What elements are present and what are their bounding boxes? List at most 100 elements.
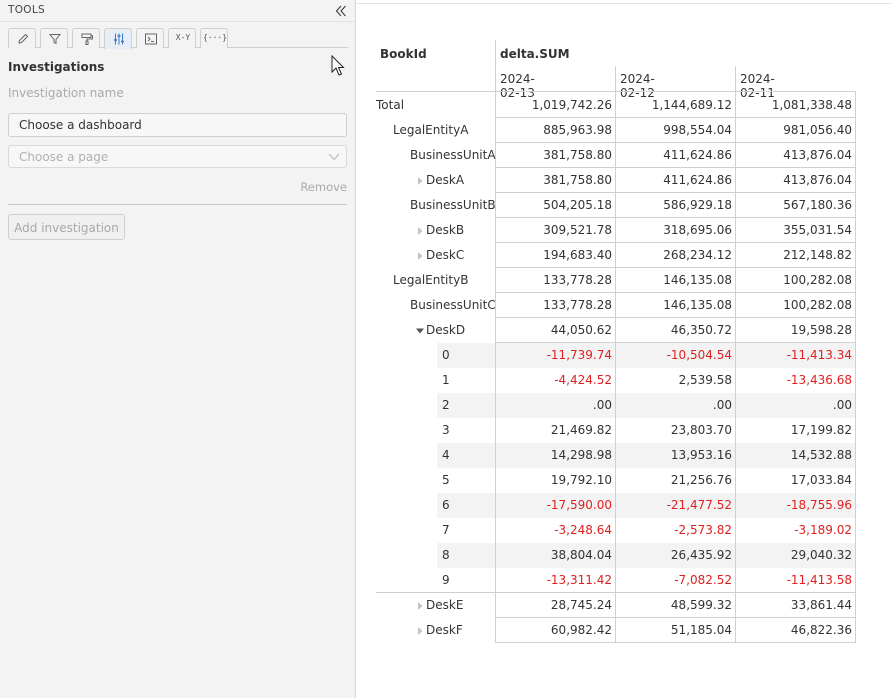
value-cell[interactable]: 17,033.84 [742, 468, 852, 493]
value-cell[interactable]: -3,248.64 [502, 518, 612, 543]
table-row[interactable]: LegalEntityB 133,778.28 146,135.08 100,282.… [376, 268, 856, 293]
value-cell[interactable]: 133,778.28 [502, 293, 612, 318]
value-cell[interactable]: 14,298.98 [502, 443, 612, 468]
value-cell[interactable]: 46,822.36 [742, 618, 852, 643]
value-cell[interactable]: -3,189.02 [742, 518, 852, 543]
table-row[interactable]: DeskC 194,683.40 268,234.12 212,148.82 [376, 243, 856, 268]
value-cell[interactable]: 146,135.08 [622, 268, 732, 293]
value-cell[interactable]: 19,598.28 [742, 318, 852, 343]
row-header-bookid[interactable]: BookId [380, 47, 427, 61]
table-row[interactable]: 1 -4,424.52 2,539.58 -13,436.68 [437, 368, 856, 393]
value-cell[interactable]: .00 [502, 393, 612, 418]
value-cell[interactable]: 100,282.08 [742, 268, 852, 293]
value-cell[interactable]: 133,778.28 [502, 268, 612, 293]
value-cell[interactable]: 381,758.80 [502, 168, 612, 193]
value-cell[interactable]: 23,803.70 [622, 418, 732, 443]
triangle-right-icon[interactable] [416, 227, 424, 235]
triangle-right-icon[interactable] [416, 252, 424, 260]
value-cell[interactable]: 21,469.82 [502, 418, 612, 443]
value-cell[interactable]: 355,031.54 [742, 218, 852, 243]
triangle-right-icon[interactable] [416, 627, 424, 635]
table-row[interactable]: DeskB 309,521.78 318,695.06 355,031.54 [376, 218, 856, 243]
value-cell[interactable]: 212,148.82 [742, 243, 852, 268]
table-row[interactable]: DeskF 60,982.42 51,185.04 46,822.36 [376, 618, 856, 643]
value-cell[interactable]: 413,876.04 [742, 143, 852, 168]
table-row[interactable]: 9 -13,311.42 -7,082.52 -11,413.58 [437, 568, 856, 593]
tab-xy[interactable]: X-Y [168, 28, 196, 48]
value-cell[interactable]: 28,745.24 [502, 593, 612, 618]
value-cell[interactable]: 504,205.18 [502, 193, 612, 218]
table-row[interactable]: 3 21,469.82 23,803.70 17,199.82 [437, 418, 856, 443]
table-row[interactable]: 8 38,804.04 26,435.92 29,040.32 [437, 543, 856, 568]
value-cell[interactable]: 33,861.44 [742, 593, 852, 618]
add-investigation-button[interactable]: Add investigation [8, 214, 125, 240]
value-cell[interactable]: 194,683.40 [502, 243, 612, 268]
value-cell[interactable]: .00 [742, 393, 852, 418]
value-cell[interactable]: 17,199.82 [742, 418, 852, 443]
value-cell[interactable]: 13,953.16 [622, 443, 732, 468]
value-cell[interactable]: 318,695.06 [622, 218, 732, 243]
table-row[interactable]: LegalEntityA 885,963.98 998,554.04 981,056.… [376, 118, 856, 143]
value-cell[interactable]: 29,040.32 [742, 543, 852, 568]
table-row[interactable]: 0 -11,739.74 -10,504.54 -11,413.34 [437, 343, 856, 368]
value-cell[interactable]: 998,554.04 [622, 118, 732, 143]
table-row[interactable]: DeskA 381,758.80 411,624.86 413,876.04 [376, 168, 856, 193]
tab-widget-settings[interactable] [104, 28, 132, 49]
value-cell[interactable]: 60,982.42 [502, 618, 612, 643]
value-cell[interactable]: 309,521.78 [502, 218, 612, 243]
tab-filters[interactable] [40, 28, 68, 48]
value-cell[interactable]: -13,436.68 [742, 368, 852, 393]
value-cell[interactable]: -11,739.74 [502, 343, 612, 368]
table-row[interactable]: DeskE 28,745.24 48,599.32 33,861.44 [376, 593, 856, 618]
value-cell[interactable]: 885,963.98 [502, 118, 612, 143]
value-cell[interactable]: 100,282.08 [742, 293, 852, 318]
value-cell[interactable]: 381,758.80 [502, 143, 612, 168]
remove-link[interactable]: Remove [296, 180, 347, 194]
value-cell[interactable]: 2,539.58 [622, 368, 732, 393]
value-cell[interactable]: 586,929.18 [622, 193, 732, 218]
measure-header[interactable]: delta.SUM [500, 47, 570, 61]
table-row[interactable]: Total 1,019,742.26 1,144,689.12 1,081,338.4… [376, 93, 856, 118]
value-cell[interactable]: 567,180.36 [742, 193, 852, 218]
value-cell[interactable]: 981,056.40 [742, 118, 852, 143]
choose-dashboard-button[interactable]: Choose a dashboard [8, 113, 347, 137]
table-row[interactable]: DeskD 44,050.62 46,350.72 19,598.28 [376, 318, 856, 343]
table-row[interactable]: 7 -3,248.64 -2,573.82 -3,189.02 [437, 518, 856, 543]
value-cell[interactable]: 1,081,338.48 [742, 93, 852, 118]
value-cell[interactable]: 1,144,689.12 [622, 93, 732, 118]
value-cell[interactable]: 38,804.04 [502, 543, 612, 568]
triangle-down-icon[interactable] [416, 327, 424, 335]
value-cell[interactable]: 14,532.88 [742, 443, 852, 468]
table-row[interactable]: 6 -17,590.00 -21,477.52 -18,755.96 [437, 493, 856, 518]
value-cell[interactable]: 51,185.04 [622, 618, 732, 643]
value-cell[interactable]: 411,624.86 [622, 168, 732, 193]
value-cell[interactable]: 146,135.08 [622, 293, 732, 318]
value-cell[interactable]: 21,256.76 [622, 468, 732, 493]
value-cell[interactable]: 268,234.12 [622, 243, 732, 268]
value-cell[interactable]: 48,599.32 [622, 593, 732, 618]
triangle-right-icon[interactable] [416, 602, 424, 610]
value-cell[interactable]: -18,755.96 [742, 493, 852, 518]
value-cell[interactable]: -11,413.34 [742, 343, 852, 368]
value-cell[interactable]: -4,424.52 [502, 368, 612, 393]
value-cell[interactable]: 413,876.04 [742, 168, 852, 193]
value-cell[interactable]: 44,050.62 [502, 318, 612, 343]
value-cell[interactable]: .00 [622, 393, 732, 418]
value-cell[interactable]: -2,573.82 [622, 518, 732, 543]
value-cell[interactable]: -17,590.00 [502, 493, 612, 518]
tab-query[interactable] [136, 28, 164, 48]
table-row[interactable]: BusinessUnitA 381,758.80 411,624.86 413,876… [376, 143, 856, 168]
value-cell[interactable]: 1,019,742.26 [502, 93, 612, 118]
value-cell[interactable]: 46,350.72 [622, 318, 732, 343]
table-row[interactable]: BusinessUnitC 133,778.28 146,135.08 100,282… [376, 293, 856, 318]
value-cell[interactable]: 19,792.10 [502, 468, 612, 493]
value-cell[interactable]: -11,413.58 [742, 568, 852, 593]
choose-page-select[interactable]: Choose a page [8, 145, 347, 168]
tab-json[interactable]: {···} [200, 28, 228, 48]
triangle-right-icon[interactable] [416, 177, 424, 185]
collapse-panel-button[interactable] [332, 0, 350, 22]
value-cell[interactable]: -21,477.52 [622, 493, 732, 518]
table-row[interactable]: 4 14,298.98 13,953.16 14,532.88 [437, 443, 856, 468]
investigation-name-input[interactable] [8, 84, 348, 102]
table-row[interactable]: 5 19,792.10 21,256.76 17,033.84 [437, 468, 856, 493]
